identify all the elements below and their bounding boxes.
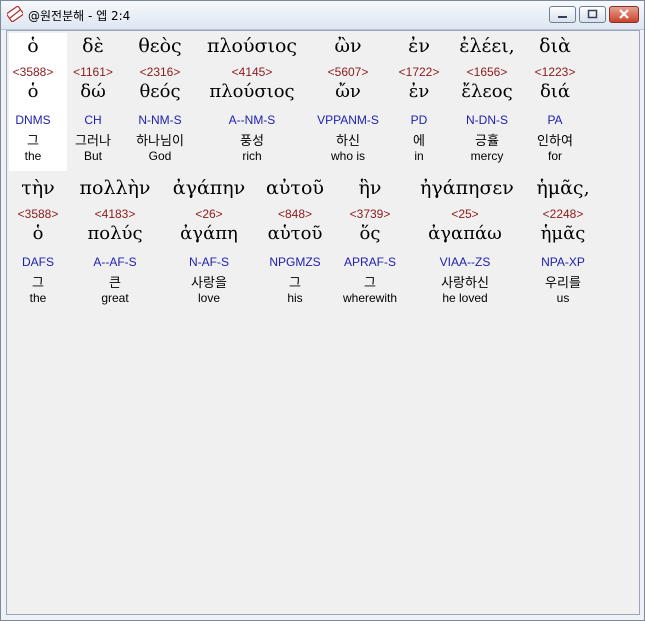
lemma-word: πλούσιος [209, 81, 295, 102]
greek-word: θεὸς [138, 35, 182, 57]
english-gloss: for [547, 149, 562, 163]
strong-number[interactable]: <25> [420, 207, 510, 221]
strong-number[interactable]: <4183> [70, 207, 160, 221]
lemma-word: ὅς [359, 223, 381, 244]
lemma-word: ἡμᾶς [540, 223, 586, 244]
lemma-word: διά [539, 81, 571, 102]
maximize-button[interactable] [579, 6, 606, 23]
lemma-word: ἀγάπη [180, 223, 238, 244]
morphology-code: N-NM-S [138, 113, 182, 127]
korean-gloss: 우리를 [545, 276, 581, 291]
lemma-word: θεός [139, 81, 181, 102]
greek-word: πλούσιος [207, 35, 298, 57]
english-gloss: rich [242, 149, 262, 163]
bible-app-icon [7, 6, 23, 22]
strong-number[interactable]: <1223> [510, 65, 600, 79]
morphology-code: NPA-XP [541, 255, 585, 269]
morphology-code: A--AF-S [93, 255, 137, 269]
greek-word: ἀγάπην [172, 177, 246, 199]
lemma-word: ἀγαπάω [428, 223, 502, 244]
maximize-icon [587, 9, 598, 19]
minimize-button[interactable] [549, 6, 576, 23]
english-gloss: he loved [442, 291, 488, 305]
interlinear-panel[interactable]: ὁ <3588> ὁ DNMS 그 the δὲ <1161> δώ CH 그러… [6, 30, 640, 615]
window-title: @원전분해 - 엡 2:4 [28, 9, 131, 23]
greek-word: διὰ [539, 35, 571, 57]
morphology-code: N-AF-S [189, 255, 229, 269]
english-gloss: love [197, 291, 220, 305]
morphology-code: PA [547, 113, 563, 127]
strong-number[interactable]: <3739> [325, 207, 415, 221]
strong-number[interactable]: <4145> [207, 65, 297, 79]
title-bar[interactable]: @원전분해 - 엡 2:4 [1, 1, 644, 30]
korean-gloss: 사랑하신 [441, 276, 489, 291]
korean-gloss: 풍성 [240, 134, 264, 149]
greek-word: ἠγάπησεν [420, 177, 514, 199]
strong-number[interactable]: <2248> [518, 207, 608, 221]
strong-number[interactable]: <26> [164, 207, 254, 221]
english-gloss: great [101, 291, 129, 305]
app-window: @원전분해 - 엡 2:4 ὁ <3588> ὁ DNMS 그 the δὲ <… [0, 0, 645, 621]
morphology-code: A--NM-S [228, 113, 276, 127]
english-gloss: wherewith [342, 291, 398, 305]
korean-gloss: 사랑을 [191, 276, 227, 291]
english-gloss: us [556, 291, 570, 305]
korean-gloss: 하나님이 [136, 134, 184, 149]
greek-word: ἣν [358, 177, 382, 199]
korean-gloss: 그 [364, 276, 376, 291]
morphology-code: APRAF-S [343, 255, 396, 269]
korean-gloss: 인하여 [537, 134, 573, 149]
english-gloss: God [148, 149, 172, 163]
minimize-icon [558, 16, 567, 18]
morphology-code: VIAA--ZS [439, 255, 491, 269]
greek-word: πολλὴν [79, 177, 151, 199]
lemma-word: πολύς [87, 223, 143, 244]
close-icon [619, 9, 629, 19]
strong-number[interactable]: <2316> [115, 65, 205, 79]
close-button[interactable] [609, 6, 639, 23]
korean-gloss: 큰 [109, 276, 121, 291]
greek-word: ἡμᾶς, [536, 177, 590, 199]
